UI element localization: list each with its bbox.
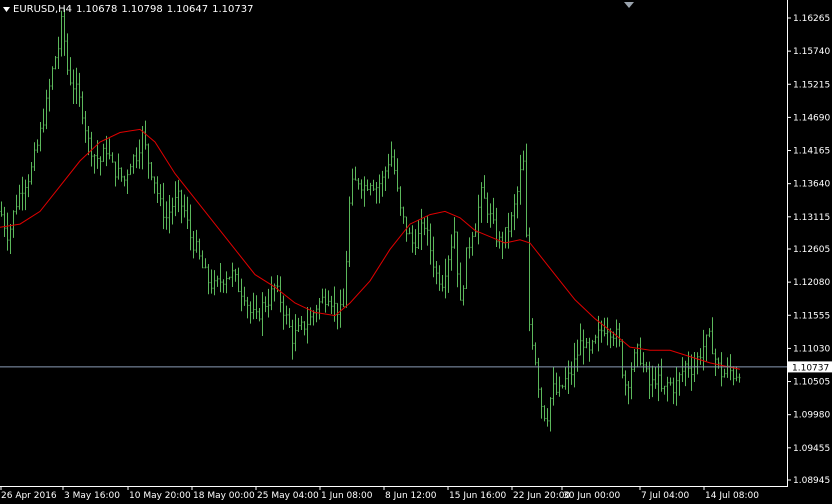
collapse-arrow-icon[interactable]: [2, 5, 11, 13]
x-tick-label: 22 Jun 20:00: [513, 491, 570, 501]
x-tick-label: 26 Apr 2016: [1, 491, 57, 501]
x-tick-label: 15 Jun 16:00: [449, 491, 506, 501]
y-tick-label: 1.13640: [793, 180, 830, 190]
y-tick-label: 1.09455: [793, 444, 830, 454]
x-tick-label: 30 Jun 00:00: [563, 491, 620, 501]
x-tick-label: 7 Jul 04:00: [641, 491, 690, 501]
symbol-name: EURUSD,H4: [13, 4, 73, 15]
low-value: 1.10647: [166, 4, 209, 15]
y-tick-label: 1.11555: [793, 311, 830, 321]
price-chart[interactable]: 1.16265 1.15740 1.15215 1.14690 1.14165 1.136…: [0, 0, 832, 504]
y-tick-label: 1.12605: [793, 245, 830, 255]
y-tick-label: 1.14690: [793, 113, 830, 123]
x-tick-label: 3 May 16:00: [64, 491, 120, 501]
x-tick-label: 8 Jun 12:00: [385, 491, 437, 501]
y-tick-label: 1.12080: [793, 278, 830, 288]
close-value: 1.10737: [212, 4, 254, 15]
y-tick-label: 1.08945: [793, 476, 830, 486]
y-tick-label: 1.15215: [793, 80, 830, 90]
y-tick-label: 1.10505: [793, 378, 830, 388]
y-axis-ticks: 1.16265 1.15740 1.15215 1.14690 1.14165 1.136…: [787, 14, 830, 486]
y-tick-label: 1.16265: [793, 14, 830, 24]
x-tick-label: 10 May 20:00: [129, 491, 191, 501]
x-tick-label: 25 May 04:00: [257, 491, 319, 501]
symbol-header: EURUSD,H4 1.10678 1.10798 1.10647 1.10737: [2, 3, 257, 17]
y-tick-label: 1.13115: [793, 213, 830, 223]
y-tick-label: 1.14165: [793, 147, 830, 157]
y-tick-label: 1.15740: [793, 47, 830, 57]
current-price-label: 1.10737: [788, 361, 832, 373]
x-tick-label: 14 Jul 08:00: [705, 491, 759, 501]
current-price-value: 1.10737: [792, 363, 829, 373]
x-tick-label: 1 Jun 08:00: [321, 491, 373, 501]
x-tick-label: 18 May 00:00: [193, 491, 255, 501]
y-tick-label: 1.09980: [793, 411, 830, 421]
high-value: 1.10798: [121, 4, 163, 15]
y-tick-label: 1.11030: [793, 344, 830, 354]
open-value: 1.10678: [76, 4, 118, 15]
